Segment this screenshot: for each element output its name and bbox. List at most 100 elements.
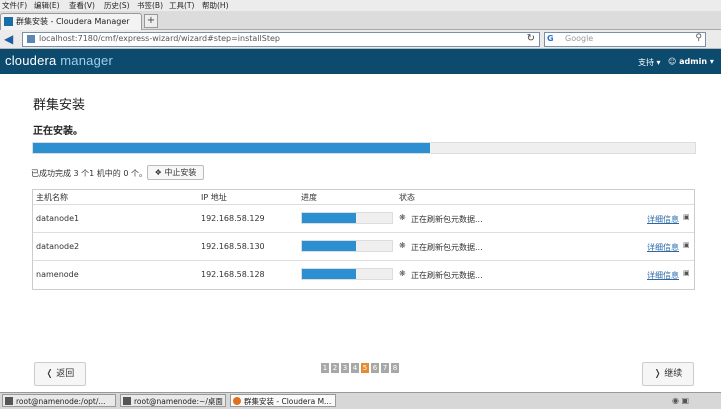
header-progress: 进度 (301, 193, 317, 202)
host-status: 正在刷新包元数据... (411, 271, 483, 280)
spinner-icon: ❋ (399, 269, 406, 278)
host-progress-fill (302, 213, 356, 223)
os-taskbar: root@namenode:/opt/... root@namenode:~/桌… (0, 392, 721, 409)
chevron-right-icon: ❭ (653, 369, 662, 379)
cloudera-manager-logo[interactable]: cloudera manager (5, 53, 113, 68)
menu-file[interactable]: 文件(F) (2, 0, 27, 11)
header-status: 状态 (399, 193, 415, 202)
pager-step-5[interactable]: 5 (361, 363, 369, 373)
menu-edit[interactable]: 编辑(E) (34, 0, 60, 11)
menu-history[interactable]: 历史(S) (104, 0, 130, 11)
abort-install-button[interactable]: ❖ 中止安装 (147, 165, 204, 180)
pager-step-3[interactable]: 3 (341, 363, 349, 373)
pager-step-6[interactable]: 6 (371, 363, 379, 373)
detail-link[interactable]: 详细信息 (647, 242, 679, 253)
pager-step-7[interactable]: 7 (381, 363, 389, 373)
browser-tab[interactable]: 群集安装 - Cloudera Manager (0, 13, 142, 30)
main-content: 群集安装 正在安装。 已成功完成 3 个1 机中的 0 个。 ❖ 中止安装 主机… (0, 74, 721, 392)
taskbar-item-terminal-1[interactable]: root@namenode:/opt/... (2, 394, 116, 407)
pager-step-2[interactable]: 2 (331, 363, 339, 373)
terminal-icon (5, 397, 13, 405)
host-ip: 192.168.58.130 (201, 242, 265, 251)
terminal-icon (123, 397, 131, 405)
back-button[interactable]: ❬ 返回 (34, 362, 86, 386)
overall-progress-fill (33, 143, 431, 153)
detail-link[interactable]: 详细信息 (647, 214, 679, 225)
menu-view[interactable]: 查看(V) (69, 0, 95, 11)
browser-tabbar: 群集安装 - Cloudera Manager + (0, 11, 721, 30)
host-progress-bar (301, 240, 393, 252)
taskbar-item-terminal-2[interactable]: root@namenode:~/桌面 (120, 394, 226, 407)
table-row: namenode 192.168.58.128 ❋ 正在刷新包元数据... 详细… (33, 260, 694, 289)
support-label: 支持 (638, 58, 654, 67)
host-progress-bar (301, 268, 393, 280)
browser-navbar: ◀ localhost:7180/cmf/express-wizard/wiza… (0, 30, 721, 49)
menu-bookmarks[interactable]: 书签(B) (137, 0, 163, 11)
user-label: admin (679, 57, 708, 66)
completion-status-text: 已成功完成 3 个1 机中的 0 个。 (31, 169, 147, 178)
host-ip: 192.168.58.129 (201, 214, 265, 223)
header-ip: IP 地址 (201, 193, 227, 202)
menu-help[interactable]: 帮助(H) (202, 0, 229, 11)
pager-step-4[interactable]: 4 (351, 363, 359, 373)
system-tray-icon[interactable]: ◉ ▣ (672, 396, 689, 405)
continue-button[interactable]: ❭ 继续 (642, 362, 694, 386)
support-menu[interactable]: 支持 ▾ (638, 57, 661, 68)
logo-manager: manager (60, 53, 113, 68)
table-row: datanode2 192.168.58.130 ❋ 正在刷新包元数据... 详… (33, 232, 694, 261)
taskbar-label: root@namenode:~/桌面 (134, 397, 223, 406)
site-identity-icon (27, 35, 35, 43)
overall-progress-bar (32, 142, 696, 154)
logo-cloudera: cloudera (5, 53, 57, 68)
taskbar-label: root@namenode:/opt/... (16, 397, 106, 406)
back-label: 返回 (56, 369, 75, 379)
host-status: 正在刷新包元数据... (411, 215, 483, 224)
spinner-icon: ❋ (399, 241, 406, 250)
new-tab-button[interactable]: + (144, 14, 158, 28)
user-icon: ☺ (668, 57, 677, 66)
host-name: namenode (36, 270, 79, 279)
url-bar[interactable]: localhost:7180/cmf/express-wizard/wizard… (22, 32, 540, 47)
abort-install-label: 中止安装 (164, 168, 197, 177)
host-ip: 192.168.58.128 (201, 270, 265, 279)
expand-icon[interactable]: ▣ (683, 213, 690, 221)
header-host: 主机名称 (36, 193, 68, 202)
stop-icon: ❖ (154, 168, 162, 177)
url-text: localhost:7180/cmf/express-wizard/wizard… (39, 34, 280, 43)
install-status-heading: 正在安装。 (33, 126, 83, 137)
chevron-left-icon: ❬ (45, 369, 54, 379)
search-bar[interactable]: G Google ⚲ (544, 32, 706, 47)
chevron-down-icon: ▾ (709, 57, 714, 66)
host-progress-fill (302, 269, 356, 279)
hosts-table: 主机名称 IP 地址 进度 状态 datanode1 192.168.58.12… (32, 189, 695, 290)
chevron-down-icon: ▾ (656, 58, 661, 67)
continue-label: 继续 (664, 369, 683, 379)
host-name: datanode2 (36, 242, 80, 251)
app-header: cloudera manager 支持 ▾ ☺ admin ▾ (0, 49, 721, 74)
tab-title: 群集安装 - Cloudera Manager (16, 17, 130, 26)
menu-tools[interactable]: 工具(T) (169, 0, 194, 11)
search-icon[interactable]: ⚲ (695, 33, 702, 43)
search-placeholder: Google (565, 34, 594, 43)
spinner-icon: ❋ (399, 213, 406, 222)
host-name: datanode1 (36, 214, 80, 223)
host-status: 正在刷新包元数据... (411, 243, 483, 252)
user-menu[interactable]: ☺ admin ▾ (668, 57, 714, 66)
reload-icon[interactable]: ↻ (527, 33, 535, 44)
google-icon: G (547, 34, 554, 43)
firefox-icon (233, 397, 241, 405)
pager-step-1[interactable]: 1 (321, 363, 329, 373)
expand-icon[interactable]: ▣ (683, 269, 690, 277)
browser-menubar: 文件(F) 编辑(E) 查看(V) 历史(S) 书签(B) 工具(T) 帮助(H… (0, 0, 721, 11)
taskbar-item-browser[interactable]: 群集安装 - Cloudera M... (230, 394, 336, 407)
table-header: 主机名称 IP 地址 进度 状态 (33, 190, 694, 204)
host-progress-fill (302, 241, 356, 251)
back-arrow-icon[interactable]: ◀ (4, 33, 13, 45)
taskbar-label: 群集安装 - Cloudera M... (244, 397, 332, 406)
expand-icon[interactable]: ▣ (683, 241, 690, 249)
page-title: 群集安装 (33, 98, 86, 113)
table-row: datanode1 192.168.58.129 ❋ 正在刷新包元数据... 详… (33, 204, 694, 233)
pager-step-8[interactable]: 8 (391, 363, 399, 373)
detail-link[interactable]: 详细信息 (647, 270, 679, 281)
host-progress-bar (301, 212, 393, 224)
